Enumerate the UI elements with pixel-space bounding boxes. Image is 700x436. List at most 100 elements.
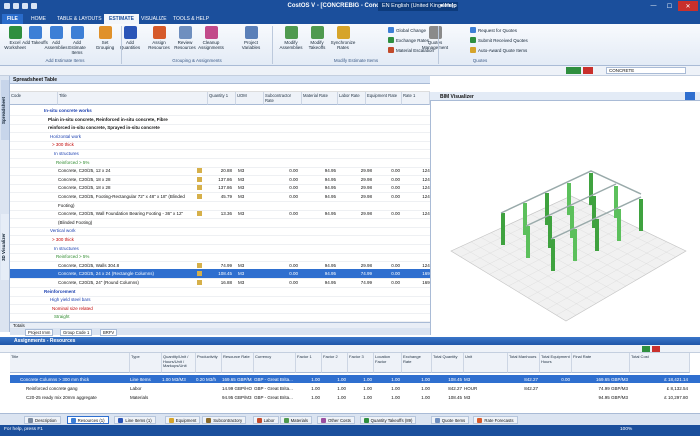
- column-header-unit[interactable]: Unit: [464, 353, 508, 373]
- close-button[interactable]: ✕: [678, 1, 698, 11]
- column-header-uom[interactable]: UOM: [236, 92, 264, 105]
- column-header-exchange-rate[interactable]: Exchange Rate: [402, 353, 432, 373]
- column-header-equipment-rate[interactable]: Equipment Rate: [366, 92, 402, 105]
- bottom-tab[interactable]: BRFV: [100, 329, 118, 336]
- column-header-total-manhours[interactable]: Total Manhours: [508, 353, 540, 373]
- set-grouping-button[interactable]: Set Grouping: [92, 26, 118, 50]
- modify-assemblies-button[interactable]: Modify Assemblies: [278, 26, 304, 50]
- add-icon[interactable]: [642, 346, 650, 352]
- tab-quote-items[interactable]: Quote Items: [430, 416, 470, 424]
- column-header-currency[interactable]: Currency: [254, 353, 296, 373]
- column-header-quantity-unit-hours-unit-markups-unit[interactable]: Quantity/Unit / Hours/Unit / Markups/Uni…: [162, 353, 196, 373]
- add-quantities-icon: [123, 26, 137, 39]
- modify-takeoffs-button[interactable]: Modify Takeoffs: [304, 26, 330, 50]
- tab-tools-help[interactable]: TOOLS & HELP: [168, 14, 214, 24]
- bim-model[interactable]: [431, 101, 700, 335]
- add-estimate-items-button[interactable]: Add Estimate Items: [64, 26, 90, 55]
- cell-rate: 94.95 GBP/M3: [222, 395, 252, 400]
- bottom-tab[interactable]: Project Imm: [25, 329, 54, 336]
- row-title: In structures: [54, 245, 79, 251]
- sidebar-tab-3d-visualizer[interactable]: 3D Visualizer: [1, 214, 9, 280]
- tab-subcontractory[interactable]: Subcontractory: [202, 416, 247, 424]
- cleanup-assignments-button[interactable]: Cleanup Assignments: [198, 26, 224, 50]
- viewcube-icon[interactable]: [685, 92, 695, 100]
- add-icon[interactable]: [566, 67, 581, 74]
- cell-tm: 842.27: [524, 377, 538, 382]
- cell-subcontractor-rate: 0.00: [289, 280, 298, 285]
- column-element: [617, 209, 621, 241]
- modify-takeoffs-label: Modify Takeoffs: [308, 40, 326, 50]
- exchange-rates-button[interactable]: Exchange Rates: [388, 37, 429, 43]
- table-row[interactable]: Reinforced concrete gang Labor 14.99 GBP/H…: [10, 384, 700, 392]
- tab-other-costs[interactable]: Other Costs: [317, 416, 355, 424]
- cell-equipment-rate: 0.00: [391, 262, 400, 268]
- minimize-button[interactable]: —: [646, 1, 661, 11]
- column-header-labor-rate[interactable]: Labor Rate: [338, 92, 366, 105]
- table-row[interactable]: Straight: [10, 312, 430, 322]
- global-change-button[interactable]: Global Change: [388, 27, 426, 33]
- column-header-rate-1[interactable]: Rate 1: [402, 92, 430, 105]
- column-header-total-equipment-hours[interactable]: Total Equipment Hours: [540, 353, 572, 373]
- column-header-quantity-1[interactable]: Quantity 1: [208, 92, 236, 105]
- column-header-total-cost[interactable]: Total Cost: [630, 353, 690, 373]
- review-resources-button[interactable]: Review Resources: [172, 26, 198, 50]
- tab-materials[interactable]: Materials: [279, 416, 313, 424]
- column-header-title[interactable]: Title: [58, 92, 208, 105]
- maximize-button[interactable]: ☐: [662, 1, 677, 11]
- column-header-subcontractor-rate[interactable]: Subcontractor Rate: [264, 92, 302, 105]
- tab-labor[interactable]: Labor: [252, 416, 279, 424]
- tab-line-items-1[interactable]: Line Items (1): [114, 416, 156, 424]
- column-header-title[interactable]: Title: [10, 353, 130, 373]
- auto-award-button[interactable]: Auto-Award Quote Items: [470, 47, 527, 53]
- tab-table-layouts[interactable]: TABLE & LAYOUTS: [52, 14, 107, 24]
- synchronize-rates-button[interactable]: Synchronize Rates: [330, 26, 356, 50]
- column-header-productivity[interactable]: Productivity: [196, 353, 222, 373]
- table-row[interactable]: C20-25 ready mix 20mm aggregate Materials…: [10, 393, 700, 401]
- project-variables-button[interactable]: Project Variables: [238, 26, 264, 50]
- cell-quantity: 13.36: [220, 211, 232, 217]
- column-header-total-quantity[interactable]: Total Quantity: [432, 353, 464, 373]
- submit-quotes-button[interactable]: Submit Received Quotes: [470, 37, 528, 43]
- column-header-factor-2[interactable]: Factor 2: [322, 353, 348, 373]
- tab-file[interactable]: FILE: [2, 14, 23, 24]
- column-element: [526, 226, 530, 258]
- material-escalation-icon: [388, 47, 394, 53]
- delete-icon[interactable]: [652, 346, 660, 352]
- material-escalation-button[interactable]: Material Escalation: [388, 47, 434, 53]
- tab-label: Materials: [290, 417, 309, 423]
- tab-estimate[interactable]: ESTIMATE: [104, 14, 139, 24]
- tab-visualize[interactable]: VISUALIZE: [136, 14, 172, 24]
- tab-rate-forecasts[interactable]: Rate Forecasts: [473, 416, 518, 424]
- delete-icon[interactable]: [583, 67, 593, 74]
- row-title: High yield steel bars: [50, 297, 91, 303]
- assign-resources-button[interactable]: Assign Resources: [146, 26, 172, 50]
- column-header-factor-3[interactable]: Factor 3: [348, 353, 374, 373]
- group-label: Add Estimate Items: [45, 58, 85, 63]
- tab-home[interactable]: HOME: [26, 14, 51, 24]
- labor-icon: [256, 417, 262, 423]
- tab-quantity-takeoffs-89[interactable]: Quantity Takeoffs (89): [359, 416, 417, 424]
- cell-rate: 124.93: [422, 211, 430, 217]
- column-header-code[interactable]: Code: [10, 92, 58, 105]
- bottom-tab[interactable]: Group Code 1: [60, 329, 93, 336]
- search-input[interactable]: CONCRETE: [606, 67, 686, 74]
- tab-resources-1[interactable]: Resources (1): [66, 416, 109, 424]
- cell-quantity: 45.79: [220, 194, 232, 199]
- table-row[interactable]: Concrete Columns > 300 mm thick Line Item…: [10, 375, 700, 383]
- tab-description[interactable]: Description: [24, 416, 61, 424]
- sidebar-tab-spreadsheet[interactable]: Spreadsheet: [1, 80, 9, 140]
- column-header-factor-1[interactable]: Factor 1: [296, 353, 322, 373]
- request-quotes-button[interactable]: Request for Quotes: [470, 27, 517, 33]
- filter-row[interactable]: [10, 84, 430, 92]
- cell-subcontractor-rate: 0.00: [289, 168, 298, 174]
- column-header-resource-rate[interactable]: Resource Rate: [222, 353, 254, 373]
- help-button[interactable]: ● Help: [437, 2, 460, 11]
- submit-quotes-icon: [470, 37, 476, 43]
- column-header-final-rate[interactable]: Final Rate: [572, 353, 630, 373]
- column-header-material-rate[interactable]: Material Rate: [302, 92, 338, 105]
- column-header-type[interactable]: Type: [130, 353, 162, 373]
- tab-equipment[interactable]: Equipment: [164, 416, 201, 424]
- bim-viewport[interactable]: [430, 92, 700, 335]
- flag-icon: [197, 185, 202, 191]
- column-header-location-factor[interactable]: Location Factor: [374, 353, 402, 373]
